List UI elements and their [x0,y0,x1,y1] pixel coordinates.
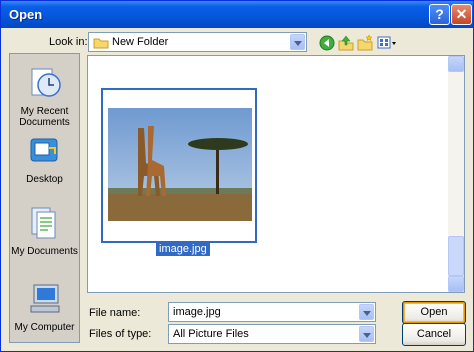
files-of-type-combo[interactable]: All Picture Files [168,324,376,344]
file-list[interactable]: image.jpg [87,55,465,293]
help-icon: ? [435,6,444,22]
help-button[interactable]: ? [429,4,450,25]
scroll-up-button[interactable] [448,56,464,72]
scroll-thumb[interactable] [448,236,464,276]
open-dialog: Open ? ✕ Look in: New Folder My Recent D… [0,0,474,352]
place-label: My Recent Documents [19,106,70,128]
place-my-computer[interactable]: My Computer [10,282,79,333]
place-desktop[interactable]: Desktop [10,134,79,185]
file-thumbnail-item[interactable] [101,88,257,243]
look-in-combo[interactable]: New Folder [88,32,307,52]
title-bar[interactable]: Open ? ✕ [1,1,473,28]
close-button[interactable]: ✕ [451,4,472,25]
cancel-button[interactable]: Cancel [402,323,466,346]
place-my-recent-documents[interactable]: My Recent Documents [10,66,79,128]
desktop-icon [30,138,57,162]
vertical-scrollbar[interactable] [448,56,464,292]
look-in-value: New Folder [112,36,169,48]
image-thumbnail [108,108,252,221]
recent-documents-icon [31,68,61,97]
look-in-dropdown-button[interactable] [290,34,305,50]
file-name-dropdown-button[interactable] [359,304,374,320]
look-in-label: Look in: [49,36,88,48]
scroll-down-button[interactable] [448,276,464,292]
my-computer-icon [30,284,59,313]
up-folder-icon[interactable] [338,35,354,51]
places-bar: My Recent Documents Desktop My Documents [9,53,80,343]
file-name-value[interactable]: image.jpg [173,306,221,318]
new-folder-icon[interactable] [357,35,373,51]
close-icon: ✕ [455,6,468,22]
files-of-type-label: Files of type: [89,328,152,340]
back-icon[interactable] [319,35,335,51]
file-name-label[interactable]: image.jpg [156,242,210,256]
place-my-documents[interactable]: My Documents [10,206,79,257]
open-button[interactable]: Open [402,301,466,324]
file-name-combo[interactable]: image.jpg [168,302,376,322]
files-of-type-dropdown-button[interactable] [359,326,374,342]
views-menu-icon[interactable] [377,35,397,51]
folder-icon [93,38,109,49]
place-label: Desktop [26,174,63,185]
my-documents-icon [31,207,55,239]
file-name-label-text: File name: [89,307,141,319]
files-of-type-value: All Picture Files [173,328,249,340]
place-label: My Documents [11,246,78,257]
window-title: Open [9,7,43,22]
place-label: My Computer [14,322,75,333]
